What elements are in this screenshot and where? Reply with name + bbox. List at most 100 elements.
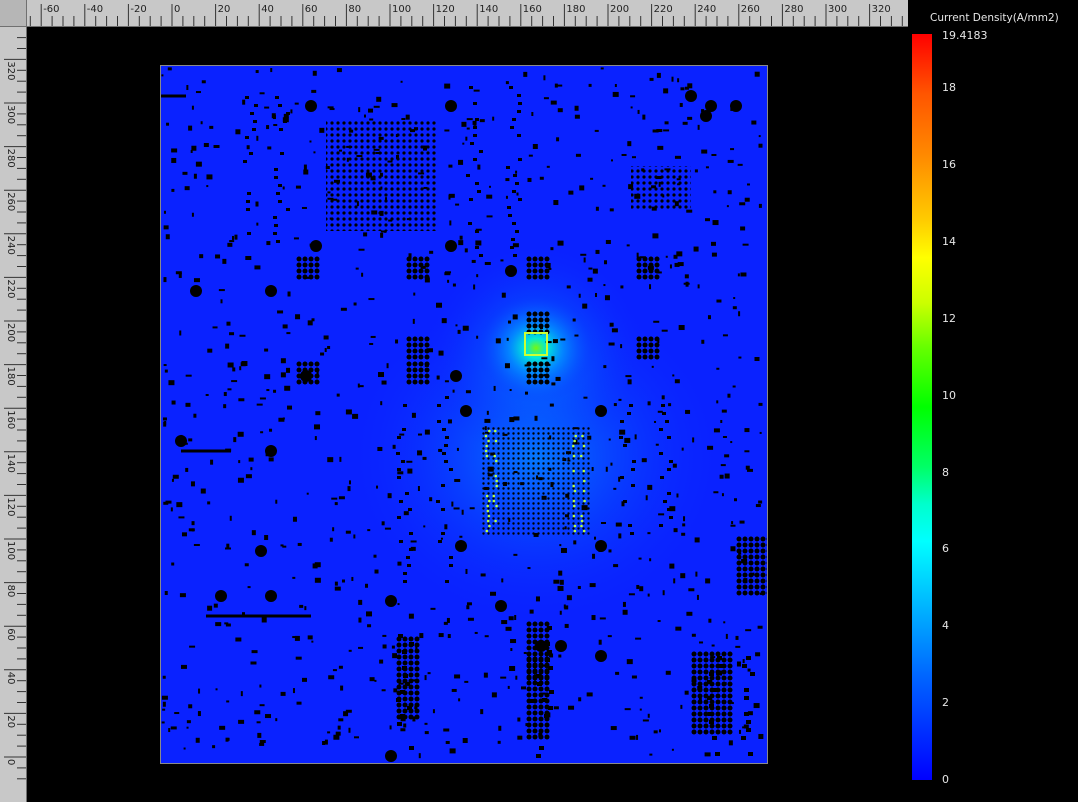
via-array-pad (703, 675, 709, 681)
via-pad (403, 572, 407, 575)
smd-pad (697, 124, 700, 130)
smd-pad (313, 151, 316, 154)
smd-pad (292, 688, 295, 694)
smd-pad (459, 535, 463, 538)
via-array-pad (760, 560, 766, 566)
high-density-pin (485, 454, 489, 458)
high-density-pin (572, 454, 576, 458)
smd-pad (424, 364, 429, 367)
smd-pad (653, 730, 658, 734)
via-pad (470, 142, 474, 145)
smd-pad (265, 451, 269, 457)
smd-pad (737, 273, 740, 277)
high-density-pin (495, 479, 498, 483)
via-pad (669, 516, 673, 519)
smd-pad (501, 292, 506, 298)
smd-pad (275, 499, 278, 504)
via-array-pad (526, 734, 532, 740)
smd-pad (255, 70, 259, 74)
via-pad (630, 532, 634, 535)
smd-pad (376, 96, 382, 102)
smd-pad (572, 318, 576, 322)
via-array-pad (748, 566, 754, 572)
via-array-pad (538, 317, 544, 323)
via-array-pad (754, 536, 760, 542)
via-pad (276, 240, 280, 243)
high-density-pin (484, 449, 488, 453)
smd-pad (454, 674, 461, 679)
smd-pad (484, 431, 489, 434)
smd-pad (167, 67, 172, 71)
color-legend: Current Density(A/mm2) 19.4183 18 16 14 12 1… (908, 0, 1078, 802)
via-array-pad (736, 590, 742, 596)
smd-pad (215, 254, 221, 259)
pcb-board[interactable] (160, 65, 768, 764)
smd-pad (686, 611, 693, 616)
smd-pad (462, 325, 469, 331)
via-array-pad (636, 274, 642, 280)
high-density-pin (582, 444, 586, 448)
smd-pad (564, 526, 567, 530)
smd-pad (636, 252, 639, 258)
smd-pad (223, 392, 227, 397)
smd-pad (710, 656, 716, 659)
smd-pad (559, 544, 562, 547)
via-array-pad (418, 256, 424, 262)
via-array-pad (721, 675, 727, 681)
high-density-pin (573, 489, 577, 493)
via-array-pad (532, 662, 538, 668)
via-array-pad (538, 710, 544, 716)
via-array-pad (544, 698, 550, 704)
smd-pad (315, 411, 321, 416)
smd-pad (726, 205, 729, 208)
smd-pad (464, 248, 468, 253)
smd-pad (444, 83, 451, 89)
smd-pad (413, 292, 416, 296)
via-array-pad (709, 705, 715, 711)
smd-pad (686, 209, 693, 213)
smd-pad (512, 243, 519, 248)
smd-pad (548, 467, 552, 471)
smd-pad (441, 318, 447, 324)
via-pad (665, 420, 669, 423)
smd-pad (500, 259, 504, 262)
smd-pad (287, 405, 293, 410)
smd-pad (480, 709, 484, 715)
smd-pad (314, 436, 317, 441)
smd-pad (564, 605, 569, 610)
smd-pad (608, 438, 611, 441)
smd-pad (188, 438, 193, 442)
mounting-via (705, 100, 717, 112)
smd-pad (206, 174, 213, 180)
smd-pad (676, 178, 681, 181)
smd-pad (720, 464, 726, 467)
via-array-pad (526, 710, 532, 716)
via-pad (473, 134, 477, 137)
smd-pad (162, 675, 166, 679)
smd-pad (492, 116, 495, 121)
mounting-via (190, 285, 202, 297)
smd-pad (438, 448, 443, 452)
smd-pad (516, 192, 519, 196)
via-array-pad (296, 256, 302, 262)
via-array-pad (715, 675, 721, 681)
smd-pad (295, 185, 301, 189)
via-pad (278, 104, 282, 107)
via-pad (445, 436, 449, 439)
smd-pad (314, 562, 321, 568)
smd-pad (282, 117, 289, 123)
via-array-pad (526, 668, 532, 674)
smd-pad (694, 537, 700, 543)
smd-pad (461, 509, 464, 515)
smd-pad (687, 116, 693, 120)
high-density-pin (494, 459, 498, 463)
smd-pad (624, 708, 631, 711)
smd-pad (324, 348, 327, 353)
smd-pad (527, 177, 532, 182)
smd-pad (550, 100, 557, 105)
smd-pad (462, 738, 468, 744)
smd-pad (358, 107, 361, 113)
smd-pad (193, 173, 197, 179)
mounting-via (455, 540, 467, 552)
smd-pad (458, 240, 464, 246)
